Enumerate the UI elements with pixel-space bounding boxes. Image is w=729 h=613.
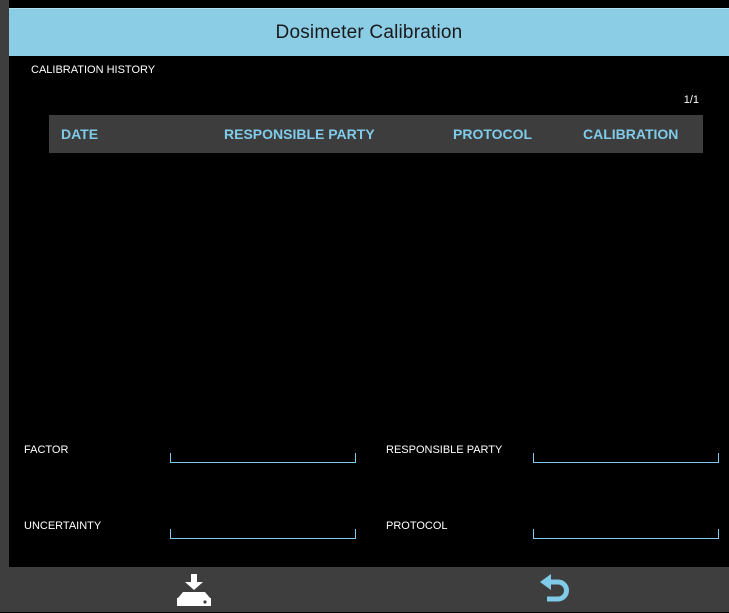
column-header-calibration[interactable]: CALIBRATION bbox=[583, 115, 678, 153]
download-tray-icon bbox=[177, 574, 211, 606]
column-header-protocol[interactable]: PROTOCOL bbox=[453, 115, 532, 153]
column-header-date[interactable]: DATE bbox=[61, 115, 98, 153]
window-title: Dosimeter Calibration bbox=[275, 21, 463, 43]
window-frame-left bbox=[0, 0, 9, 612]
uncertainty-field[interactable] bbox=[170, 529, 356, 539]
column-header-responsible-party[interactable]: RESPONSIBLE PARTY bbox=[224, 115, 375, 153]
responsible-party-label: RESPONSIBLE PARTY bbox=[386, 444, 503, 456]
responsible-party-field[interactable] bbox=[533, 453, 719, 463]
protocol-field[interactable] bbox=[533, 529, 719, 539]
factor-field[interactable] bbox=[170, 453, 356, 463]
save-button[interactable] bbox=[174, 573, 214, 607]
page-indicator: 1/1 bbox=[683, 94, 699, 106]
return-arrow-icon bbox=[540, 574, 569, 602]
uncertainty-label: UNCERTAINTY bbox=[24, 520, 102, 532]
protocol-label: PROTOCOL bbox=[386, 520, 448, 532]
history-table-header: DATE RESPONSIBLE PARTY PROTOCOL CALIBRAT… bbox=[49, 115, 703, 153]
title-bar: Dosimeter Calibration bbox=[9, 8, 729, 56]
calibration-history-label: CALIBRATION HISTORY bbox=[31, 64, 156, 76]
bottom-toolbar bbox=[9, 567, 729, 612]
back-button[interactable] bbox=[537, 572, 573, 608]
factor-label: FACTOR bbox=[24, 444, 69, 456]
history-table-body[interactable] bbox=[49, 153, 703, 403]
